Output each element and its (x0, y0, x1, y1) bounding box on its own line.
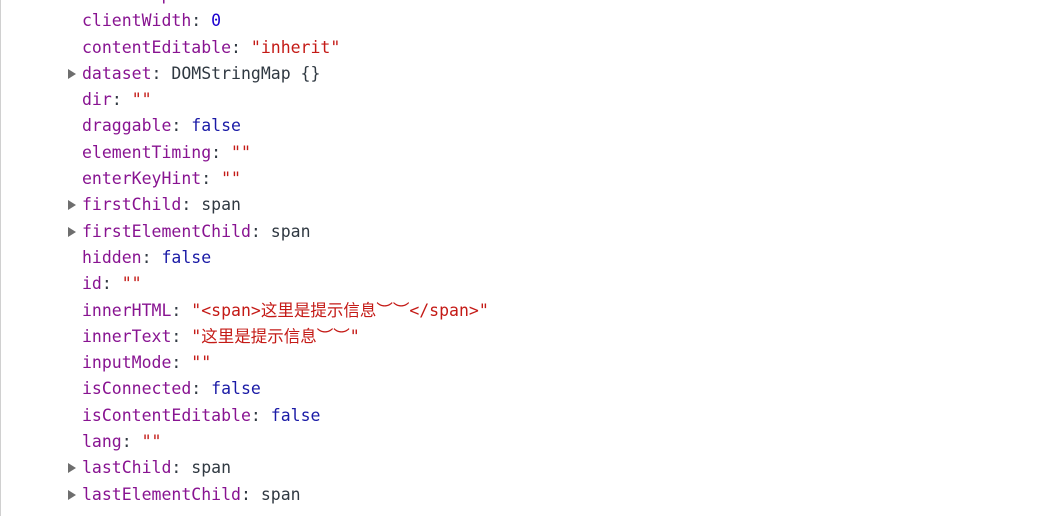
property-separator: : (181, 195, 202, 215)
property-value: "" (121, 274, 142, 294)
property-row-dataset[interactable]: dataset: DOMStringMap {} (0, 61, 1043, 87)
property-row-elementTiming: elementTiming: "" (0, 140, 1043, 166)
property-key: inputMode (82, 353, 172, 373)
object-properties-list: clientTop: 0clientWidth: 0contentEditabl… (0, 0, 1043, 508)
property-row-lastChild[interactable]: lastChild: span (0, 455, 1043, 481)
property-separator: : (171, 353, 192, 373)
property-key: clientWidth (82, 11, 192, 31)
property-value: "inherit" (250, 37, 341, 57)
property-separator: : (171, 0, 191, 4)
property-row-id: id: "" (0, 271, 1043, 297)
property-value: false (270, 405, 321, 425)
property-value: "" (131, 90, 152, 110)
property-value: span (260, 484, 301, 504)
property-separator: : (211, 142, 232, 162)
property-value: false (191, 116, 241, 136)
property-key: firstElementChild (82, 221, 251, 241)
property-value: "" (231, 142, 251, 162)
property-separator: : (111, 90, 132, 110)
property-key: firstChild (82, 195, 182, 215)
property-key: lang (82, 432, 122, 452)
property-separator: : (171, 458, 192, 478)
property-separator: : (171, 116, 192, 136)
property-row-lastElementChild[interactable]: lastElementChild: span (0, 482, 1043, 508)
property-row-firstChild[interactable]: firstChild: span (0, 192, 1043, 218)
property-separator: : (121, 432, 142, 452)
property-key: draggable (82, 116, 172, 136)
property-separator: : (151, 63, 172, 83)
property-value: span (201, 195, 241, 215)
property-key: enterKeyHint (82, 169, 202, 189)
property-separator: : (250, 221, 271, 241)
property-value: span (270, 221, 311, 241)
property-row-enterKeyHint: enterKeyHint: "" (0, 166, 1043, 192)
property-separator: : (231, 37, 251, 57)
property-row-draggable: draggable: false (0, 113, 1043, 139)
property-row-dir: dir: "" (0, 87, 1043, 113)
property-separator: : (201, 169, 222, 189)
property-row-firstElementChild[interactable]: firstElementChild: span (0, 219, 1043, 245)
expand-triangle-icon[interactable] (66, 61, 78, 87)
property-key: contentEditable (82, 37, 232, 57)
property-value: "" (221, 169, 241, 189)
property-value: "这里是提示信息︶︶" (191, 326, 360, 346)
property-value: DOMStringMap {} (171, 63, 321, 83)
property-key: innerText (82, 326, 172, 346)
property-row-isContentEditable: isContentEditable: false (0, 403, 1043, 429)
property-separator: : (101, 274, 122, 294)
property-key: lastChild (82, 458, 172, 478)
expand-triangle-icon[interactable] (66, 455, 78, 481)
property-value: 0 (191, 0, 201, 4)
devtools-console-panel: clientTop: 0clientWidth: 0contentEditabl… (0, 0, 1043, 516)
property-separator: : (191, 11, 212, 31)
property-separator: : (250, 405, 271, 425)
property-separator: : (171, 300, 192, 320)
property-key: lastElementChild (82, 484, 241, 504)
property-value: 0 (211, 11, 222, 31)
property-row-isConnected: isConnected: false (0, 376, 1043, 402)
property-row-lang: lang: "" (0, 429, 1043, 455)
property-separator: : (171, 326, 192, 346)
property-key: dir (82, 90, 112, 110)
expand-triangle-icon[interactable] (66, 192, 78, 218)
property-key: hidden (82, 247, 142, 267)
property-key: isContentEditable (82, 405, 251, 425)
property-separator: : (240, 484, 261, 504)
property-value: span (191, 458, 232, 478)
property-value: "" (141, 432, 162, 452)
property-value: false (211, 379, 261, 399)
expand-triangle-icon[interactable] (66, 219, 78, 245)
property-key: id (82, 274, 102, 294)
property-value: false (161, 247, 212, 267)
property-key: elementTiming (82, 142, 212, 162)
property-row-hidden: hidden: false (0, 245, 1043, 271)
property-key: isConnected (82, 379, 192, 399)
property-row-clientWidth: clientWidth: 0 (0, 8, 1043, 34)
property-separator: : (141, 247, 162, 267)
property-key: clientTop (82, 0, 171, 4)
property-value: "<span>这里是提示信息︶︶</span>" (191, 300, 489, 320)
property-row-inputMode: inputMode: "" (0, 350, 1043, 376)
expand-triangle-icon[interactable] (66, 482, 78, 508)
property-row-clientTop: clientTop: 0 (0, 0, 1043, 8)
property-value: "" (191, 353, 212, 373)
property-row-contentEditable: contentEditable: "inherit" (0, 35, 1043, 61)
property-key: innerHTML (82, 300, 172, 320)
property-row-innerText: innerText: "这里是提示信息︶︶" (0, 324, 1043, 350)
property-key: dataset (82, 63, 152, 83)
property-separator: : (191, 379, 212, 399)
property-row-innerHTML: innerHTML: "<span>这里是提示信息︶︶</span>" (0, 298, 1043, 324)
